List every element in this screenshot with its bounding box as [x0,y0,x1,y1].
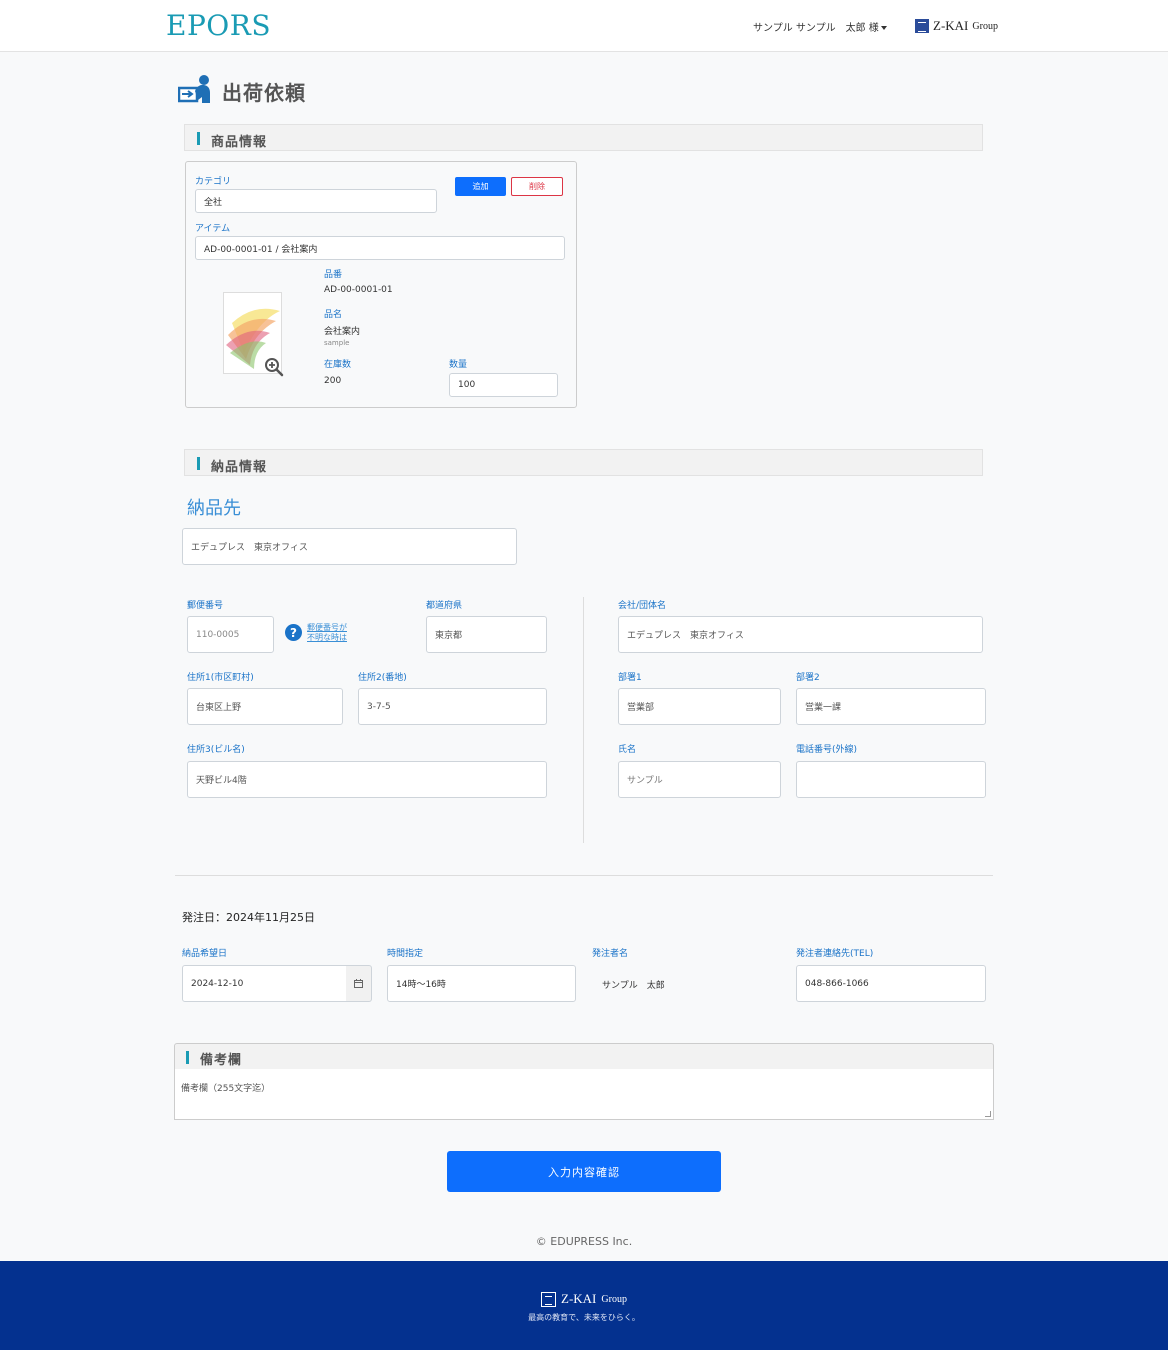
zip-label: 郵便番号 [187,601,224,611]
stock-value: 200 [324,376,342,386]
person-name-input[interactable]: サンプル [618,761,781,798]
section-marker [197,457,200,470]
shipping-request-icon [178,75,210,103]
product-name-value: 会社案内 [324,327,361,337]
orderer-name-value: サンプル 太郎 [602,981,665,991]
quantity-label: 数量 [449,360,468,370]
zip-help-line2: 不明な時は [307,633,347,642]
address1-input[interactable]: 台東区上野 [187,688,343,725]
desired-date-input[interactable]: 2024-12-10 [182,965,347,1002]
zkai-group-logo: Z-KAI Group [915,18,998,34]
remarks-textarea[interactable]: 備考欄（255文字迄） [174,1069,994,1120]
product-info-header: 商品情報 [184,124,983,151]
caret-down-icon [880,26,887,30]
phone-input[interactable] [796,761,986,798]
column-divider [583,597,584,843]
item-select[interactable]: AD-00-0001-01 / 会社案内 [195,236,565,260]
prefecture-input[interactable]: 東京都 [426,616,547,653]
footer-tagline: 最高の教育で、未来をひらく。 [528,1313,640,1322]
user-name: サンプル サンプル 太郎 様 [753,23,879,34]
zip-input[interactable]: 110-0005 [187,616,274,653]
zkai-mark-icon [541,1291,557,1307]
top-navbar: EPORS サンプル サンプル 太郎 様 Z-KAI Group [0,0,1168,52]
address2-label: 住所2(番地) [358,673,407,683]
stock-label: 在庫数 [324,360,352,370]
department2-label: 部署2 [796,673,820,683]
calendar-button[interactable] [346,965,372,1002]
product-name-label: 品名 [324,310,343,320]
calendar-icon [354,979,363,988]
footer-brand-main: Z-KAI [561,1291,597,1306]
footer: Z-KAI Group 最高の教育で、未来をひらく。 [0,1261,1168,1350]
zkai-brand-main: Z-KAI [933,18,969,33]
time-slot-label: 時間指定 [387,949,424,959]
company-input[interactable]: エデュプレス 東京オフィス [618,616,983,653]
address3-label: 住所3(ビル名) [187,745,245,755]
app-logo[interactable]: EPORS [166,9,271,42]
orderer-tel-label: 発注者連絡先(TEL) [796,949,874,959]
category-select[interactable]: 全社 [195,189,437,213]
department1-input[interactable]: 営業部 [618,688,781,725]
desired-date-label: 納品希望日 [182,949,228,959]
order-date: 発注日：2024年11月25日 [182,911,315,924]
zip-help-line1: 郵便番号が [307,623,347,632]
item-label: アイテム [195,224,231,234]
zip-lookup-link[interactable]: 郵便番号が 不明な時は [307,623,347,643]
person-name-label: 氏名 [618,745,637,755]
section-title: 商品情報 [211,135,268,150]
copyright: © EDUPRESS Inc. [535,1235,633,1248]
zkai-brand-sub: Group [972,20,998,32]
quantity-input[interactable]: 100 [449,373,558,397]
footer-brand: Z-KAI Group [0,1291,1168,1307]
user-menu-dropdown[interactable]: サンプル サンプル 太郎 様 [753,19,887,34]
part-no-label: 品番 [324,270,343,280]
delivery-destination-select[interactable]: エデュプレス 東京オフィス [182,528,517,565]
delete-button[interactable]: 削除 [511,177,563,196]
address1-label: 住所1(市区町村) [187,673,254,683]
orderer-tel-input[interactable]: 048-866-1066 [796,965,986,1002]
product-name-note: sample [324,339,350,347]
help-icon[interactable]: ? [285,624,302,641]
address3-input[interactable]: 天野ビル4階 [187,761,547,798]
category-label: カテゴリ [195,177,232,187]
page-title: 出荷依頼 [222,81,306,105]
time-slot-select[interactable]: 14時〜16時 [387,965,576,1002]
delivery-destination-heading: 納品先 [187,498,241,519]
prefecture-label: 都道府県 [426,601,463,611]
remarks-placeholder: 備考欄（255文字迄） [181,1084,271,1094]
department2-input[interactable]: 営業一課 [796,688,986,725]
remarks-title: 備考欄 [200,1053,243,1068]
zkai-mark-icon [915,19,929,33]
footer-brand-sub: Group [601,1293,627,1305]
confirm-input-button[interactable]: 入力内容確認 [447,1151,721,1192]
section-title: 納品情報 [211,460,268,475]
section-marker [197,132,200,145]
department1-label: 部署1 [618,673,642,683]
address2-input[interactable]: 3-7-5 [358,688,547,725]
company-label: 会社/団体名 [618,601,667,611]
phone-label: 電話番号(外線) [796,745,858,755]
section-divider [175,875,993,876]
resize-handle-icon[interactable] [985,1111,991,1117]
section-marker [186,1051,189,1064]
add-button[interactable]: 追加 [455,177,506,196]
zoom-in-icon[interactable] [264,357,284,377]
part-no-value: AD-00-0001-01 [324,285,393,295]
delivery-info-header: 納品情報 [184,449,983,476]
orderer-name-label: 発注者名 [592,949,629,959]
remarks-header: 備考欄 [174,1043,994,1070]
